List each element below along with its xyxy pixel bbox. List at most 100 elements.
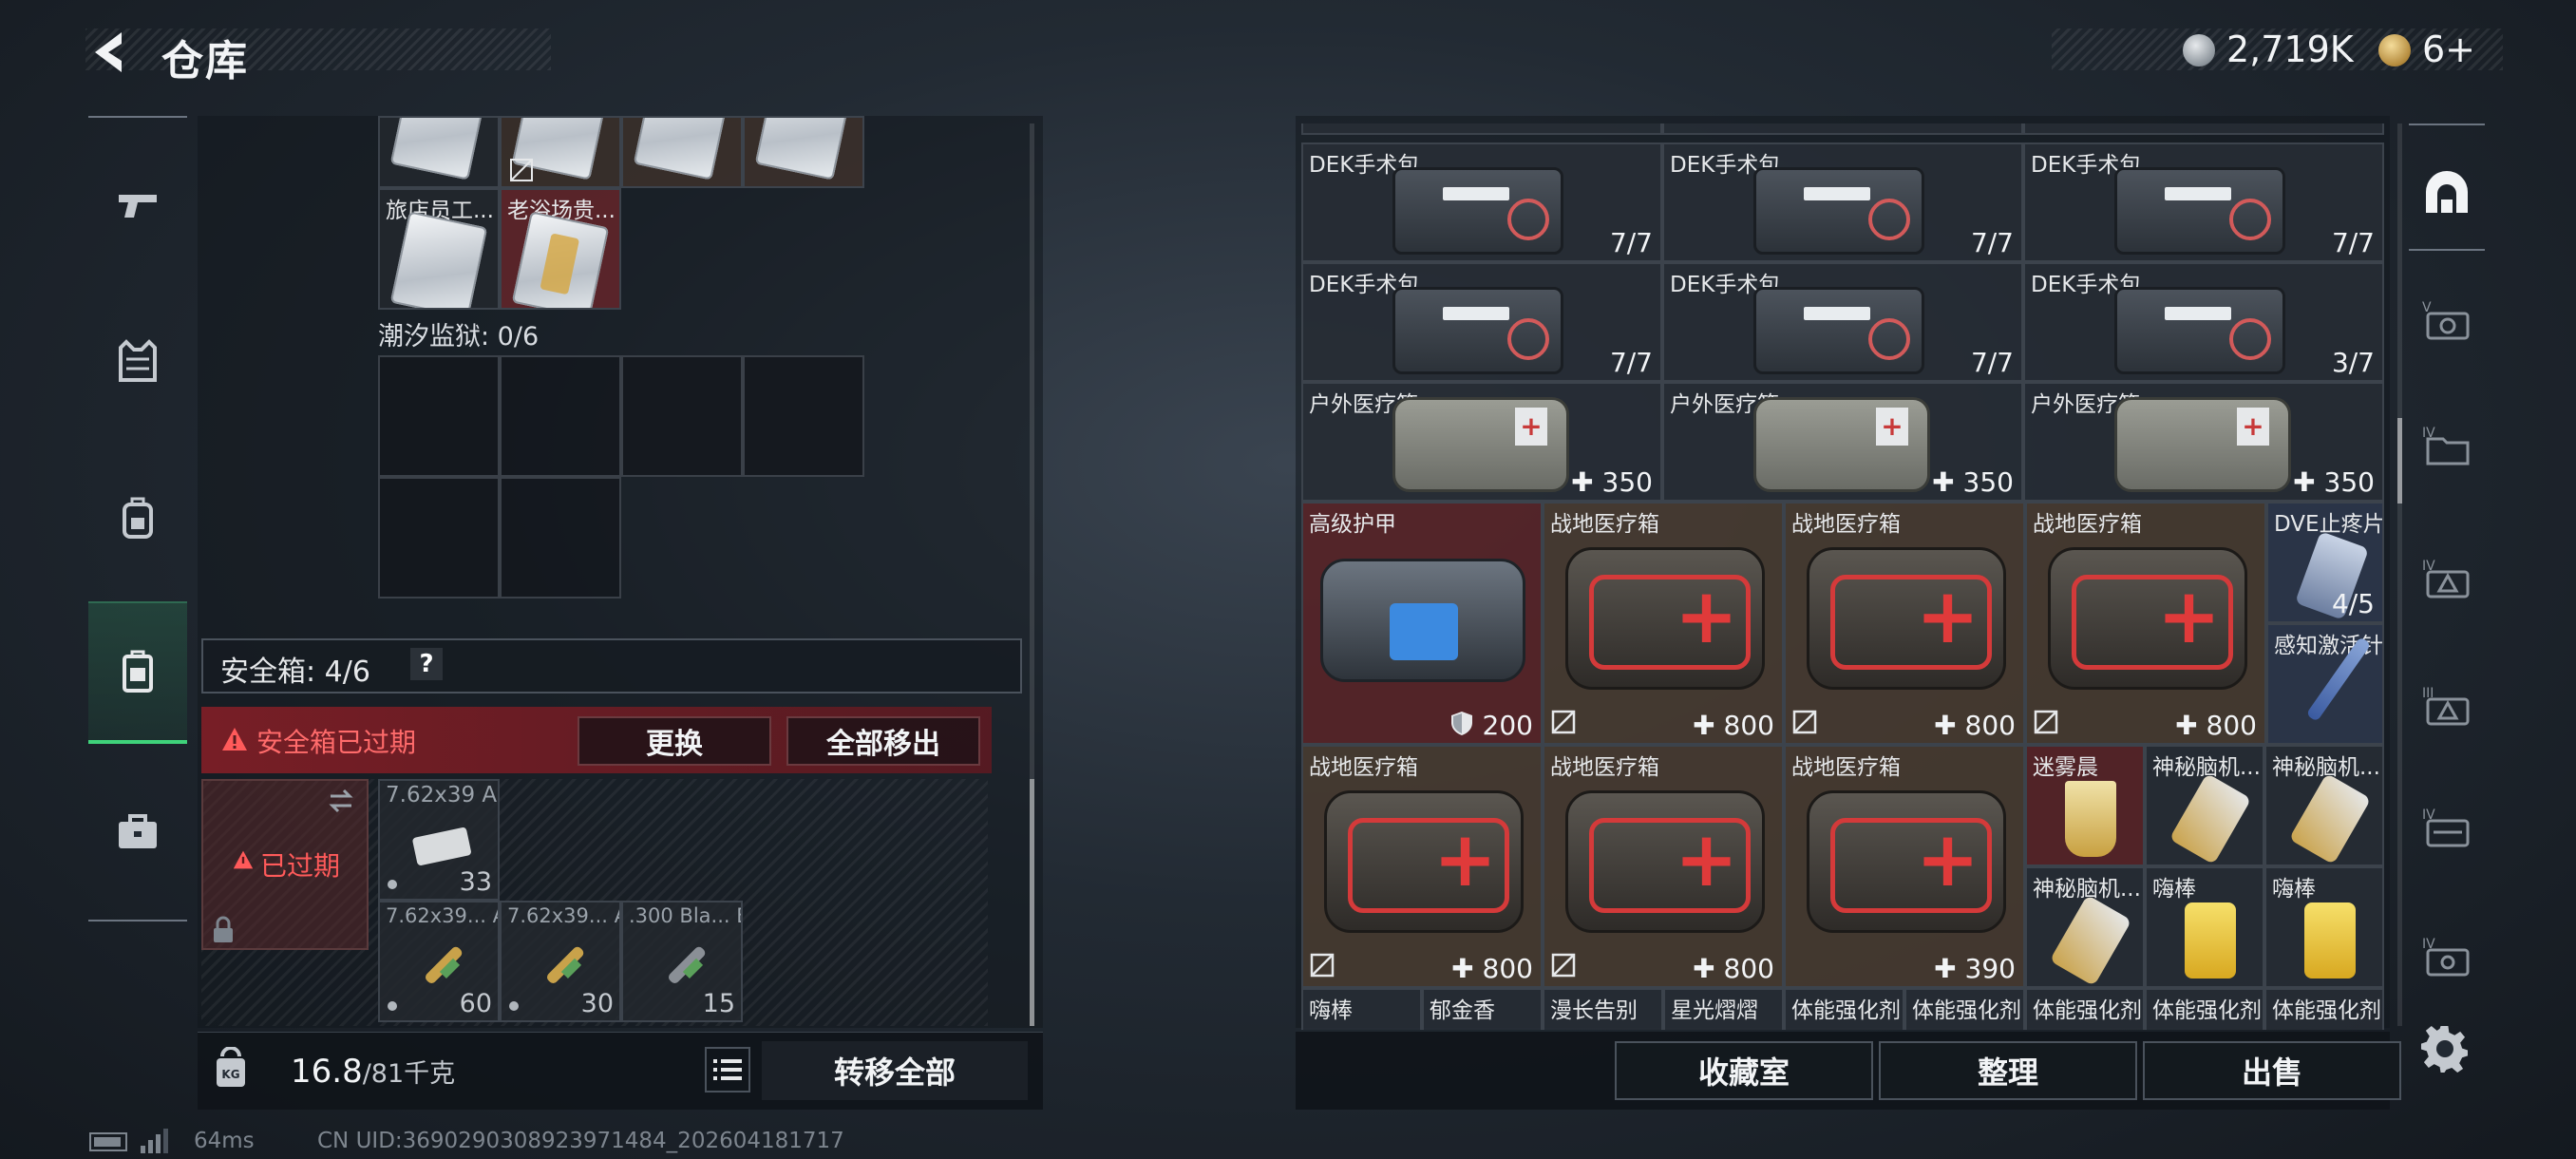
stash-scrollbar[interactable] [2397, 124, 2402, 1026]
stash-scrollbar-thumb[interactable] [2397, 418, 2402, 504]
stash-item-dek-kit[interactable]: DEK手术包 7/7 [1301, 142, 1662, 262]
move-all-out-button[interactable]: 全部移出 [786, 716, 980, 766]
back-arrow-icon[interactable] [87, 28, 135, 76]
stash-item-dek-kit[interactable]: DEK手术包 7/7 [1662, 142, 2023, 262]
stash-item-dek-kit[interactable]: DEK手术包 7/7 [2023, 142, 2384, 262]
stash-item-dek-kit[interactable]: DEK手术包 3/7 [2023, 262, 2384, 382]
stash-item-small[interactable]: 星光熠熠 [1663, 988, 1784, 1030]
gear-icon[interactable] [2420, 1024, 2470, 1074]
gold-currency-value[interactable]: 6+ [2422, 28, 2475, 70]
stash-item-small[interactable]: 嗨棒 [2145, 866, 2264, 988]
heal-value: 800 [1482, 953, 1533, 984]
card-item-icon [389, 118, 488, 180]
keycard-cell-hotel[interactable]: 旅店员工... [378, 188, 500, 310]
safebox-expired-tag: 已过期 [260, 850, 341, 882]
stash-item-field-kit[interactable]: 战地医疗箱 ✚ 800 [1543, 502, 1784, 745]
keycard-icon [511, 211, 610, 308]
item-cell[interactable] [743, 116, 864, 188]
tab-tier-iv-b[interactable]: IV [2409, 775, 2485, 880]
neural-chip-icon [2049, 894, 2132, 986]
stash-cell-partial[interactable] [1301, 124, 1662, 135]
container-scrollbar-thumb[interactable] [1030, 779, 1034, 1026]
stash-item-small[interactable]: 体能强化剂 [2145, 988, 2264, 1030]
stash-item-field-kit[interactable]: 战地医疗箱 ✚ 800 [1784, 502, 2025, 745]
silver-currency-value[interactable]: 2,719K [2226, 28, 2354, 70]
surgical-kit-icon [1753, 287, 1924, 374]
empty-slot[interactable] [621, 355, 743, 477]
stash-item-small[interactable]: 神秘脑机... [2145, 745, 2264, 866]
list-view-button[interactable] [705, 1047, 750, 1092]
no-trade-icon [510, 159, 533, 181]
tab-tier-iv-c[interactable]: IV [2409, 904, 2485, 1009]
stash-item-outdoor-kit[interactable]: 户外医疗箱 ✚ 350 [1662, 382, 2023, 502]
ammo-cell[interactable]: 7.62x39... AP SUB 30 [500, 901, 621, 1022]
sort-button[interactable]: 整理 [1879, 1041, 2137, 1100]
stash-item-field-kit[interactable]: 战地医疗箱 ✚ 800 [2025, 502, 2266, 745]
nav-weapons[interactable] [88, 133, 187, 276]
stash-item-dek-kit[interactable]: DEK手术包 7/7 [1301, 262, 1662, 382]
stash-item-small[interactable]: 嗨棒 [2264, 866, 2384, 988]
stash-item-small[interactable]: 迷雾晨 [2025, 745, 2145, 866]
transfer-all-button[interactable]: 转移全部 [762, 1041, 1028, 1100]
no-trade-icon [1310, 953, 1335, 978]
stash-item-outdoor-kit[interactable]: 户外医疗箱 ✚ 350 [2023, 382, 2384, 502]
silver-coin-icon [2183, 34, 2215, 66]
item-label: 战地医疗箱 [1791, 755, 1901, 780]
ammo-cell[interactable]: .300 Bla... BCP SUB 15 [621, 901, 743, 1022]
stash-item-small[interactable]: 神秘脑机... [2025, 866, 2145, 988]
empty-slot[interactable] [743, 355, 864, 477]
item-label: 战地医疗箱 [1550, 512, 1659, 537]
bullet-icon [546, 946, 584, 984]
stash-item-advanced-armor[interactable]: 高级护甲 200 [1301, 502, 1543, 745]
tab-tier-iv-folder[interactable]: IV [2409, 393, 2485, 498]
ammo-cell[interactable]: 7.62x39 AP 33 [378, 779, 500, 901]
stash-cell-partial[interactable] [1662, 124, 2023, 135]
nav-backpack[interactable] [88, 446, 187, 589]
item-cell[interactable] [621, 116, 743, 188]
empty-slot[interactable] [378, 477, 500, 598]
nav-toolbox[interactable] [88, 760, 187, 902]
ammo-cell[interactable]: 7.62x39... AP SUB 60 [378, 901, 500, 1022]
stash-item-field-kit[interactable]: 战地医疗箱 ✚ 390 [1784, 745, 2025, 988]
stash-item-small[interactable]: 体能强化剂 [1784, 988, 1904, 1030]
tab-stash-home[interactable] [2409, 141, 2485, 245]
stash-item-outdoor-kit[interactable]: 户外医疗箱 ✚ 350 [1301, 382, 1662, 502]
empty-slot[interactable] [500, 477, 621, 598]
sell-button[interactable]: 出售 [2143, 1041, 2401, 1100]
tab-tier-v[interactable]: V [2409, 268, 2485, 372]
empty-slot[interactable] [378, 355, 500, 477]
replace-button[interactable]: 更换 [578, 716, 771, 766]
swap-icon[interactable] [327, 787, 355, 815]
item-heal-points: ✚ 350 [1932, 466, 2014, 498]
keycard-cell-bathhouse[interactable]: 老浴场贵... [500, 188, 621, 310]
stash-cell-partial[interactable] [2023, 124, 2384, 135]
stash-item-small[interactable]: 体能强化剂 [2264, 988, 2384, 1030]
item-label: 战地医疗箱 [1550, 755, 1659, 780]
item-label: 战地医疗箱 [1309, 755, 1418, 780]
stash-item-dve-painkiller[interactable]: DVE止疼片 4/5 [2266, 502, 2384, 623]
collection-room-button[interactable]: 收藏室 [1615, 1041, 1873, 1100]
stash-item-small[interactable]: 体能强化剂 [1904, 988, 2025, 1030]
help-icon[interactable]: ? [410, 648, 443, 680]
tab-tier-iii[interactable]: III [2409, 654, 2485, 758]
stash-item-small[interactable]: 郁金香 [1422, 988, 1543, 1030]
stash-item-field-kit[interactable]: 战地医疗箱 ✚ 800 [1543, 745, 1784, 988]
nav-armor[interactable] [88, 290, 187, 432]
nav-container[interactable] [88, 601, 187, 744]
stash-item-dek-kit[interactable]: DEK手术包 7/7 [1662, 262, 2023, 382]
stash-item-small[interactable]: 漫长告别 [1543, 988, 1663, 1030]
stash-item-small[interactable]: 体能强化剂 [2025, 988, 2145, 1030]
stash-item-sense-injector[interactable]: 感知激活针 [2266, 623, 2384, 745]
stash-item-small[interactable]: 嗨棒 [1301, 988, 1422, 1030]
backpack-icon [123, 497, 153, 539]
stash-item-field-kit[interactable]: 战地医疗箱 ✚ 800 [1301, 745, 1543, 988]
item-cell[interactable] [500, 116, 621, 188]
empty-slot[interactable] [500, 355, 621, 477]
item-cell[interactable] [378, 116, 500, 188]
tier-iv-triangle-icon: IV [2422, 559, 2470, 598]
tab-tier-iv[interactable]: IV [2409, 526, 2485, 631]
item-label: 体能强化剂 [2033, 998, 2142, 1023]
item-heal-points: ✚ 350 [2293, 466, 2375, 498]
no-trade-icon [1551, 953, 1576, 978]
stash-item-small[interactable]: 神秘脑机... [2264, 745, 2384, 866]
